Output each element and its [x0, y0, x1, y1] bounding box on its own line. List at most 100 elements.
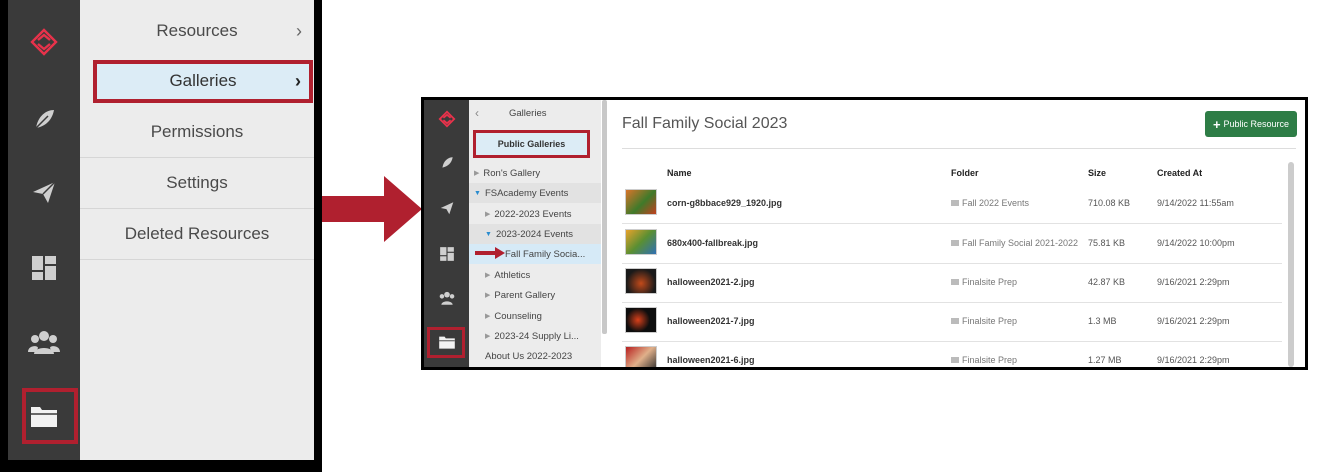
app-sidebar-rail — [424, 100, 469, 367]
folder-icon — [951, 240, 959, 246]
galleries-tree: ‹ Galleries Public Galleries ▶ Ron's Gall… — [469, 100, 601, 367]
table-row[interactable]: halloween2021-7.jpg Finalsite Prep 1.3 M… — [622, 302, 1282, 342]
column-header-name[interactable]: Name — [667, 168, 692, 178]
send-icon[interactable] — [424, 200, 469, 216]
app-sidebar-rail — [8, 0, 80, 460]
file-size: 1.27 MB — [1088, 355, 1122, 365]
file-size: 1.3 MB — [1088, 316, 1117, 326]
caret-right-icon: ▶ — [485, 211, 491, 218]
page-title: Fall Family Social 2023 — [622, 115, 788, 132]
file-name[interactable]: halloween2021-6.jpg — [667, 355, 755, 365]
file-name[interactable]: 680x400-fallbreak.jpg — [667, 238, 758, 248]
file-name[interactable]: corn-g8bbace929_1920.jpg — [667, 198, 782, 208]
folder-highlight-box — [427, 327, 465, 358]
file-size: 710.08 KB — [1088, 198, 1131, 208]
public-galleries-tab[interactable]: Public Galleries — [473, 130, 590, 158]
file-created: 9/16/2021 2:29pm — [1157, 277, 1230, 287]
folder-icon — [951, 279, 959, 285]
right-arrow-icon — [322, 176, 422, 242]
feather-icon[interactable] — [8, 100, 80, 140]
pointer-arrow-icon — [475, 247, 505, 259]
file-size: 75.81 KB — [1088, 238, 1126, 248]
table-row[interactable]: halloween2021-6.jpg Finalsite Prep 1.27 … — [622, 341, 1282, 367]
file-folder: Fall 2022 Events — [951, 198, 1029, 208]
users-icon[interactable] — [8, 322, 80, 362]
tree-item[interactable]: ▶ Counseling — [469, 306, 601, 326]
zoomed-navigation-panel: Resources › Galleries › Permissions Sett… — [0, 0, 322, 472]
gallery-content: Fall Family Social 2023 + Public Resourc… — [609, 100, 1305, 367]
column-header-size[interactable]: Size — [1088, 168, 1106, 178]
plus-icon: + — [1212, 116, 1221, 132]
table-row[interactable]: 680x400-fallbreak.jpg Fall Family Social… — [622, 224, 1282, 264]
feather-icon[interactable] — [424, 155, 469, 171]
caret-down-icon: ▼ — [474, 189, 481, 197]
file-name[interactable]: halloween2021-2.jpg — [667, 277, 755, 287]
menu-item-permissions[interactable]: Permissions — [80, 107, 314, 158]
tree-item[interactable]: ▼ 2023-2024 Events — [469, 224, 601, 244]
caret-right-icon: ▶ — [485, 272, 491, 279]
menu-item-label: Permissions — [150, 122, 244, 141]
table-row[interactable]: halloween2021-2.jpg Finalsite Prep 42.87… — [622, 263, 1282, 303]
caret-down-icon: ▼ — [485, 230, 492, 238]
add-public-resource-button[interactable]: + Public Resource — [1205, 111, 1297, 137]
menu-item-label: Galleries — [169, 71, 237, 90]
menu-item-resources[interactable]: Resources › — [80, 6, 314, 56]
caret-right-icon: ▶ — [474, 170, 480, 177]
tree-item[interactable]: ▶ Parent Gallery — [469, 285, 601, 305]
back-icon[interactable]: ‹ — [475, 106, 479, 120]
tree-item[interactable]: ▶ Ron's Gallery — [469, 163, 601, 183]
tree-item[interactable]: ▶ 2023-24 Supply Li... — [469, 326, 601, 346]
caret-right-icon: ▶ — [485, 292, 491, 299]
column-header-folder[interactable]: Folder — [951, 168, 979, 178]
dashboard-icon[interactable] — [424, 246, 469, 262]
chevron-right-icon: › — [295, 70, 301, 91]
menu-item-label: Settings — [166, 173, 228, 192]
file-folder: Finalsite Prep — [951, 277, 1017, 287]
tree-title: Galleries — [509, 107, 547, 119]
file-size: 42.87 KB — [1088, 277, 1126, 287]
divider — [622, 148, 1296, 149]
galleries-screenshot: ‹ Galleries Public Galleries ▶ Ron's Gall… — [421, 97, 1308, 370]
menu-item-deleted-resources[interactable]: Deleted Resources — [80, 209, 314, 260]
folder-icon — [951, 318, 959, 324]
file-created: 9/14/2022 10:00pm — [1157, 238, 1235, 248]
file-folder: Finalsite Prep — [951, 355, 1017, 365]
table-row[interactable]: corn-g8bbace929_1920.jpg Fall 2022 Event… — [622, 184, 1282, 224]
file-folder: Finalsite Prep — [951, 316, 1017, 326]
content-scrollbar[interactable] — [1288, 162, 1294, 367]
file-created: 9/16/2021 2:29pm — [1157, 355, 1230, 365]
tree-item[interactable]: ▶ 2022-2023 Events — [469, 204, 601, 224]
file-folder: Fall Family Social 2021-2022 — [951, 238, 1078, 248]
file-name[interactable]: halloween2021-7.jpg — [667, 316, 755, 326]
menu-item-settings[interactable]: Settings — [80, 158, 314, 209]
thumbnail — [625, 189, 657, 215]
tree-item[interactable]: ▼ FSAcademy Events — [469, 183, 601, 203]
thumbnail — [625, 229, 657, 255]
file-created: 9/16/2021 2:29pm — [1157, 316, 1230, 326]
users-icon[interactable] — [424, 290, 469, 306]
logo-icon[interactable] — [8, 22, 80, 62]
caret-right-icon: ▶ — [485, 333, 491, 340]
column-header-created[interactable]: Created At — [1157, 168, 1202, 178]
menu-item-label: Resources — [156, 21, 238, 40]
tree-scrollbar[interactable] — [602, 100, 607, 334]
resources-menu: Resources › Galleries › Permissions Sett… — [80, 0, 314, 460]
dashboard-icon[interactable] — [8, 248, 80, 288]
thumbnail — [625, 346, 657, 367]
file-created: 9/14/2022 11:55am — [1157, 198, 1234, 208]
folder-highlight-box — [22, 388, 78, 444]
button-label: Public Resource — [1223, 119, 1290, 129]
tree-item[interactable]: ▶ Athletics — [469, 265, 601, 285]
chevron-right-icon: › — [296, 20, 302, 41]
logo-icon[interactable] — [424, 110, 469, 128]
send-icon[interactable] — [8, 172, 80, 212]
tree-item[interactable]: About Us 2022-2023 — [469, 346, 601, 366]
tree-header: ‹ Galleries — [469, 103, 601, 123]
thumbnail — [625, 268, 657, 294]
caret-right-icon: ▶ — [485, 313, 491, 320]
folder-icon — [951, 200, 959, 206]
menu-item-label: Deleted Resources — [124, 224, 270, 243]
folder-icon — [951, 357, 959, 363]
menu-item-galleries[interactable]: Galleries › — [93, 60, 313, 103]
thumbnail — [625, 307, 657, 333]
